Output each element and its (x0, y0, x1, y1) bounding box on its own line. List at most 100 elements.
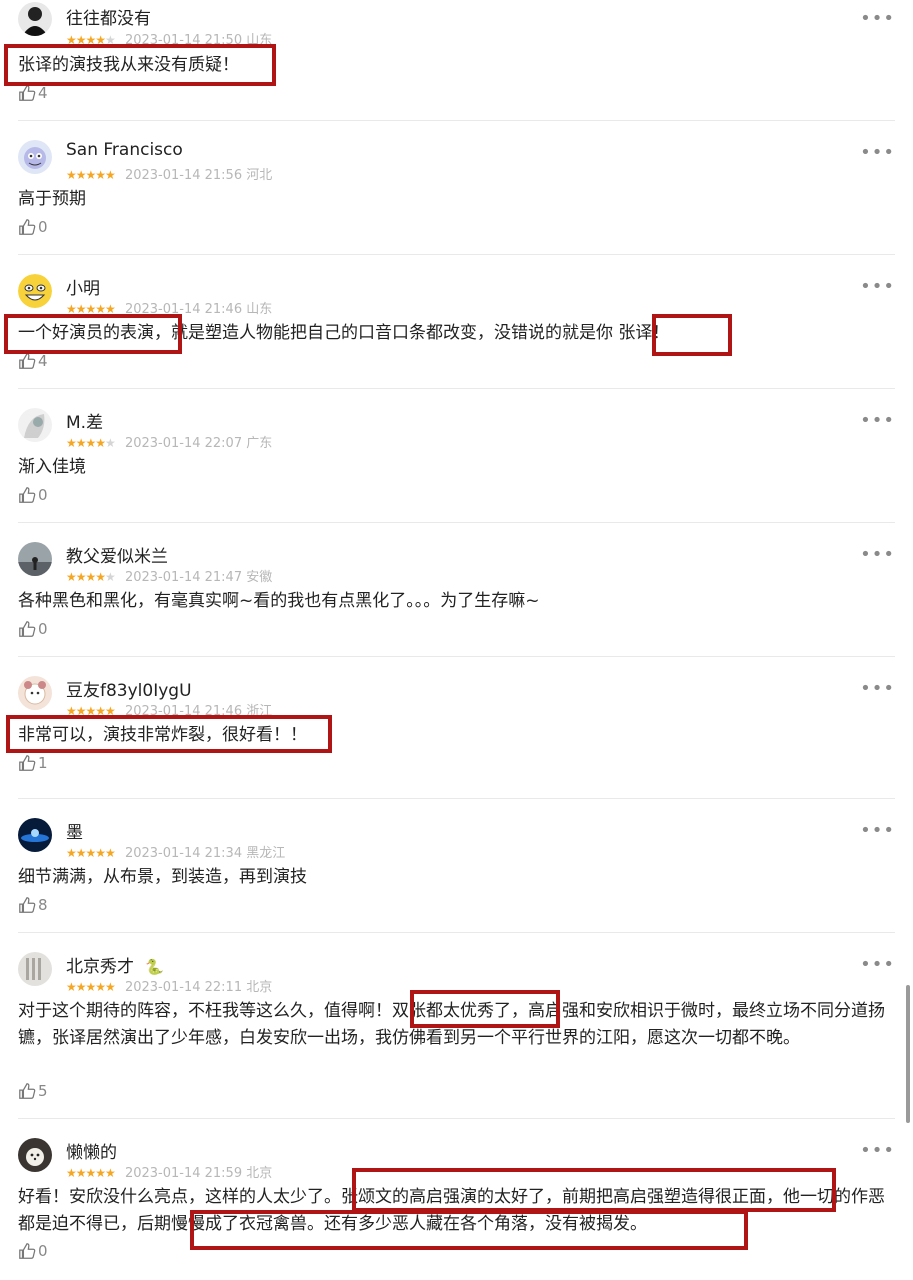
divider (18, 522, 895, 523)
star-rating: ★★★★★ (66, 570, 116, 584)
review-location: 山东 (246, 302, 273, 317)
review-content: 细节满满，从布景，到装造，再到演技 (18, 867, 307, 887)
avatar[interactable] (18, 274, 52, 308)
like-button[interactable]: 1 (18, 754, 48, 772)
avatar[interactable] (18, 140, 52, 174)
scrollbar[interactable] (906, 985, 910, 1123)
like-button[interactable]: 8 (18, 896, 48, 914)
review-date: 2023-01-14 22:07 (124, 436, 243, 451)
more-icon[interactable]: ••• (860, 410, 895, 431)
avatar[interactable] (18, 676, 52, 710)
like-button[interactable]: 0 (18, 620, 48, 638)
review-location: 北京 (246, 980, 273, 995)
review-meta: ★★★★★ 2023-01-14 22:11 北京 (66, 976, 272, 995)
like-count: 0 (38, 1242, 48, 1260)
review-date: 2023-01-14 22:11 (124, 980, 243, 995)
highlight-box (652, 314, 732, 356)
like-button[interactable]: 4 (18, 84, 48, 102)
star-rating: ★★★★★ (66, 168, 116, 182)
avatar[interactable] (18, 818, 52, 852)
review-meta: ★★★★★ 2023-01-14 22:07 广东 (66, 432, 272, 451)
highlight-box (190, 1210, 748, 1250)
thumbs-up-icon (19, 85, 36, 101)
review-location: 黑龙江 (246, 846, 286, 861)
thumbs-up-icon (19, 755, 36, 771)
thumbs-up-icon (19, 1083, 36, 1099)
review-date: 2023-01-14 21:56 (124, 168, 243, 183)
username[interactable]: 教父爱似米兰 (66, 542, 168, 567)
username[interactable]: 墨 (66, 818, 83, 843)
review-content: 各种黑色和黑化，有毫真实啊~看的我也有点黑化了。。。为了生存嘛~ (18, 591, 540, 611)
more-icon[interactable]: ••• (860, 1140, 895, 1161)
username[interactable]: 豆友f83yl0IygU (66, 676, 192, 701)
badge-icon: 🐍 (145, 958, 165, 976)
more-icon[interactable]: ••• (860, 276, 895, 297)
like-count: 4 (38, 352, 48, 370)
like-count: 8 (38, 896, 48, 914)
highlight-box (410, 990, 560, 1028)
username[interactable]: San Francisco (66, 140, 183, 160)
more-icon[interactable]: ••• (860, 142, 895, 163)
review-date: 2023-01-14 21:47 (124, 570, 243, 585)
avatar[interactable] (18, 408, 52, 442)
like-count: 0 (38, 486, 48, 504)
username-text: 北京秀才 (66, 957, 134, 977)
thumbs-up-icon (19, 219, 36, 235)
thumbs-up-icon (19, 897, 36, 913)
avatar[interactable] (18, 2, 52, 36)
review-meta: ★★★★★ 2023-01-14 21:59 北京 (66, 1162, 272, 1181)
like-button[interactable]: 0 (18, 218, 48, 236)
review-location: 河北 (246, 168, 273, 183)
divider (18, 1118, 895, 1119)
like-button[interactable]: 0 (18, 486, 48, 504)
like-button[interactable]: 5 (18, 1082, 48, 1100)
more-icon[interactable]: ••• (860, 678, 895, 699)
review-content: 渐入佳境 (18, 457, 86, 477)
avatar[interactable] (18, 542, 52, 576)
username[interactable]: 小明 (66, 274, 100, 299)
review-meta: ★★★★★ 2023-01-14 21:56 河北 (66, 164, 272, 183)
thumbs-up-icon (19, 353, 36, 369)
thumbs-up-icon (19, 1243, 36, 1259)
review-meta: ★★★★★ 2023-01-14 21:34 黑龙江 (66, 842, 285, 861)
divider (18, 798, 895, 799)
review-meta: ★★★★★ 2023-01-14 21:47 安徽 (66, 566, 272, 585)
like-count: 0 (38, 620, 48, 638)
like-count: 5 (38, 1082, 48, 1100)
thumbs-up-icon (19, 621, 36, 637)
divider (18, 932, 895, 933)
username[interactable]: 北京秀才 🐍 (66, 952, 164, 977)
like-button[interactable]: 0 (18, 1242, 48, 1260)
username[interactable]: M.差 (66, 408, 103, 433)
star-rating: ★★★★★ (66, 980, 116, 994)
review-date: 2023-01-14 21:59 (124, 1166, 243, 1181)
thumbs-up-icon (19, 487, 36, 503)
like-button[interactable]: 4 (18, 352, 48, 370)
like-count: 4 (38, 84, 48, 102)
more-icon[interactable]: ••• (860, 820, 895, 841)
username[interactable]: 往往都没有 (66, 4, 151, 29)
review-location: 广东 (246, 436, 273, 451)
highlight-box (6, 715, 332, 753)
review-location: 安徽 (246, 570, 273, 585)
more-icon[interactable]: ••• (860, 954, 895, 975)
username[interactable]: 懒懒的 (66, 1138, 117, 1163)
avatar[interactable] (18, 1138, 52, 1172)
more-icon[interactable]: ••• (860, 8, 895, 29)
divider (18, 120, 895, 121)
review-content: 高于预期 (18, 189, 86, 209)
divider (18, 388, 895, 389)
star-rating: ★★★★★ (66, 436, 116, 450)
review-date: 2023-01-14 21:34 (124, 846, 243, 861)
highlight-box (4, 314, 182, 354)
divider (18, 254, 895, 255)
highlight-box (352, 1168, 836, 1212)
highlight-box (4, 44, 276, 86)
more-icon[interactable]: ••• (860, 544, 895, 565)
star-rating: ★★★★★ (66, 846, 116, 860)
star-rating: ★★★★★ (66, 1166, 116, 1180)
divider (18, 656, 895, 657)
like-count: 1 (38, 754, 48, 772)
review-location: 北京 (246, 1166, 273, 1181)
avatar[interactable] (18, 952, 52, 986)
